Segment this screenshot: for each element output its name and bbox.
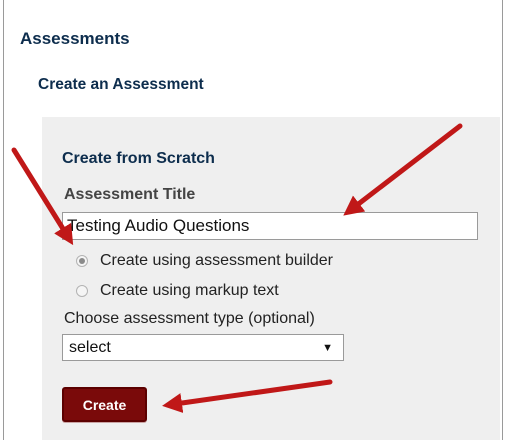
red-arrow-icon	[11, 147, 74, 246]
red-arrow-icon	[162, 379, 333, 413]
red-arrow-icon	[343, 123, 463, 216]
annotation-arrows	[11, 123, 463, 413]
